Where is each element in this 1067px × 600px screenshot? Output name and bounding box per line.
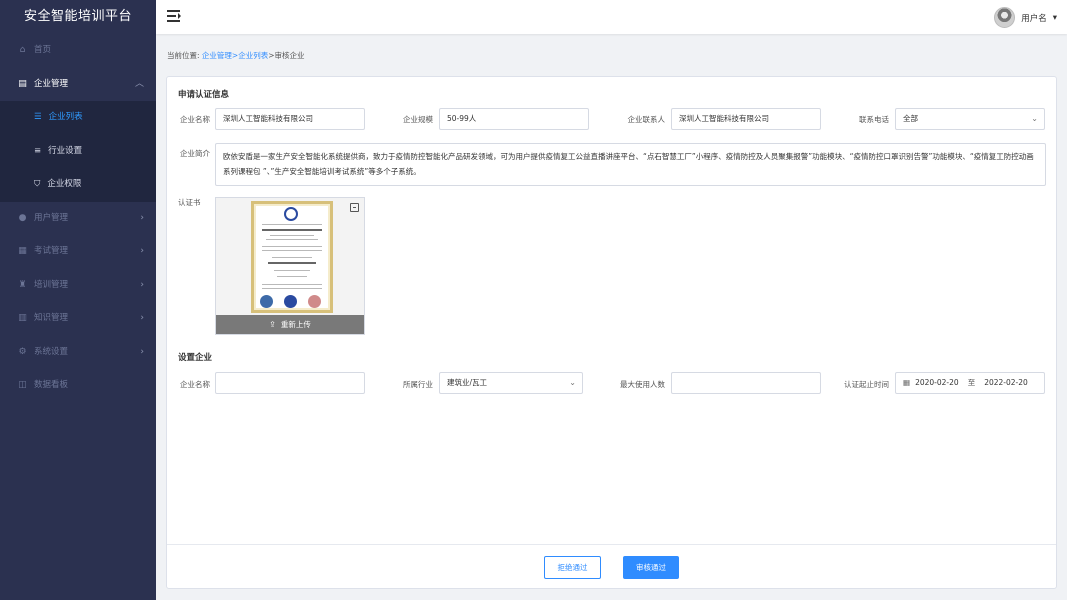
review-card: 申请认证信息 企业名称 深圳人工智能科技有限公司 企业规模 50-99人 企业联…	[166, 76, 1057, 589]
certificate-logo-icon	[284, 207, 298, 221]
menu-item-training[interactable]: ♜ 培训管理 ›	[0, 269, 156, 303]
industry-label: 所属行业	[403, 380, 433, 389]
certificate-upload[interactable]: ⇪ 重新上传	[215, 197, 365, 335]
chevron-up-icon: ︿	[134, 78, 144, 89]
chevron-right-icon: ›	[140, 279, 144, 290]
chevron-right-icon: ›	[140, 246, 144, 256]
avatar	[994, 7, 1016, 28]
industry-select[interactable]: 建筑业/瓦工 ⌄	[439, 372, 583, 394]
submenu-item-industry-settings[interactable]: ≡ 行业设置	[0, 135, 156, 169]
home-icon: ⌂	[19, 45, 26, 55]
sliders-icon: ≡	[34, 145, 42, 156]
industry-select-value: 建筑业/瓦工	[447, 378, 488, 387]
submenu-item-company-list[interactable]: ☰ 企业列表	[0, 101, 156, 135]
chevron-right-icon: ›	[140, 346, 144, 357]
breadcrumb-link-company-list[interactable]: 企业列表	[238, 51, 268, 60]
sidebar: 安全智能培训平台 ⌂ 首页 ▤ 企业管理 ︿ ☰ 企业列表 ≡ 行业设置 ⛉ 企…	[0, 0, 156, 600]
shield-icon: ⛉	[34, 179, 41, 189]
enterprise-submenu: ☰ 企业列表 ≡ 行业设置 ⛉ 企业权限	[0, 101, 156, 202]
delete-icon[interactable]	[350, 203, 359, 212]
menu-item-exams[interactable]: ▦ 考试管理 ›	[0, 235, 156, 269]
submenu-label: 行业设置	[48, 145, 83, 156]
menu-label: 用户管理	[34, 212, 69, 223]
end-date: 2022-02-20	[984, 378, 1028, 387]
breadcrumb-current: 审核企业	[274, 51, 305, 60]
menu-item-system-settings[interactable]: ⚙ 系统设置 ›	[0, 336, 156, 370]
menu-label: 数据看板	[34, 380, 69, 390]
menu-label: 企业管理	[34, 78, 69, 89]
menu-item-knowledge[interactable]: ▥ 知识管理 ›	[0, 302, 156, 336]
max-users-input[interactable]	[671, 372, 821, 394]
contact-person-label: 企业联系人	[627, 115, 666, 124]
breadcrumb: 当前位置: 企业管理>企业列表>审核企业	[167, 50, 305, 61]
start-date: 2020-02-20	[915, 378, 959, 387]
list-icon: ☰	[34, 112, 42, 122]
breadcrumb-prefix: 当前位置:	[167, 51, 200, 60]
section-title-application: 申请认证信息	[178, 90, 230, 100]
submenu-item-company-permissions[interactable]: ⛉ 企业权限	[0, 168, 156, 202]
contact-person-field[interactable]: 深圳人工智能科技有限公司	[671, 108, 821, 130]
dashboard-icon: ◫	[18, 380, 27, 390]
submenu-label: 企业权限	[47, 179, 82, 189]
menu-item-dashboard[interactable]: ◫ 数据看板	[0, 369, 156, 403]
setup-company-name-input[interactable]	[215, 372, 365, 394]
intro-label: 企业简介	[180, 149, 210, 158]
submenu-label: 企业列表	[48, 112, 83, 122]
chevron-right-icon: ›	[140, 313, 144, 323]
section-title-setup: 设置企业	[178, 353, 213, 363]
certificate-label: 认证书	[178, 198, 201, 207]
company-name-label: 企业名称	[180, 115, 210, 124]
user-menu[interactable]: 用户名 ▾	[994, 7, 1057, 28]
approve-button[interactable]: 审核通过	[623, 556, 679, 579]
setup-company-name-label: 企业名称	[180, 380, 210, 389]
gear-icon: ⚙	[18, 346, 27, 357]
certification-badge-icon	[260, 295, 273, 308]
menu-label: 首页	[34, 45, 52, 55]
chevron-down-icon: ⌄	[569, 378, 576, 387]
menu-label: 考试管理	[34, 246, 69, 256]
date-separator: 至	[967, 378, 976, 387]
exam-icon: ▦	[18, 246, 27, 256]
chevron-right-icon: ›	[140, 212, 144, 223]
phone-label: 联系电话	[859, 115, 889, 124]
company-name-field[interactable]: 深圳人工智能科技有限公司	[215, 108, 365, 130]
building-icon: ▤	[18, 78, 27, 89]
breadcrumb-link-enterprise[interactable]: 企业管理	[202, 51, 232, 60]
menu-toggle-icon[interactable]	[167, 10, 182, 23]
username: 用户名	[1021, 13, 1047, 24]
max-users-label: 最大使用人数	[620, 380, 665, 389]
reupload-label: 重新上传	[280, 320, 311, 329]
menu-item-enterprise[interactable]: ▤ 企业管理 ︿	[0, 68, 156, 102]
menu-item-users[interactable]: ● 用户管理 ›	[0, 202, 156, 236]
reject-button[interactable]: 拒绝通过	[544, 556, 601, 579]
menu-label: 系统设置	[34, 346, 69, 357]
period-label: 认证起止时间	[844, 380, 889, 389]
training-icon: ♜	[18, 279, 27, 290]
menu-label: 培训管理	[34, 279, 69, 290]
menu-label: 知识管理	[34, 313, 69, 323]
certificate-image	[251, 201, 333, 313]
top-header: 用户名 ▾	[156, 0, 1067, 34]
user-icon: ●	[18, 212, 27, 223]
intro-textarea[interactable]: 欧依安盾是一家生产安全智能化系统提供商，致力于疫情防控智能化产品研发领域，可为用…	[215, 143, 1046, 186]
company-scale-field[interactable]: 50-99人	[439, 108, 589, 130]
calendar-icon: ▦	[903, 378, 911, 387]
certification-seal-icon	[308, 295, 321, 308]
caret-down-icon: ▾	[1052, 12, 1057, 23]
phone-select[interactable]: 全部 ⌄	[895, 108, 1045, 130]
company-scale-label: 企业规模	[403, 115, 433, 124]
book-icon: ▥	[18, 313, 27, 323]
reupload-button[interactable]: ⇪ 重新上传	[216, 315, 364, 334]
upload-icon: ⇪	[269, 320, 276, 329]
certification-badge-icon	[284, 295, 297, 308]
date-range-picker[interactable]: ▦ 2020-02-20 至 2022-02-20	[895, 372, 1045, 394]
brand-title: 安全智能培训平台	[23, 9, 132, 24]
menu-item-home[interactable]: ⌂ 首页	[0, 34, 156, 68]
divider	[167, 544, 1056, 545]
chevron-down-icon: ⌄	[1031, 114, 1038, 123]
phone-select-value: 全部	[903, 114, 918, 123]
